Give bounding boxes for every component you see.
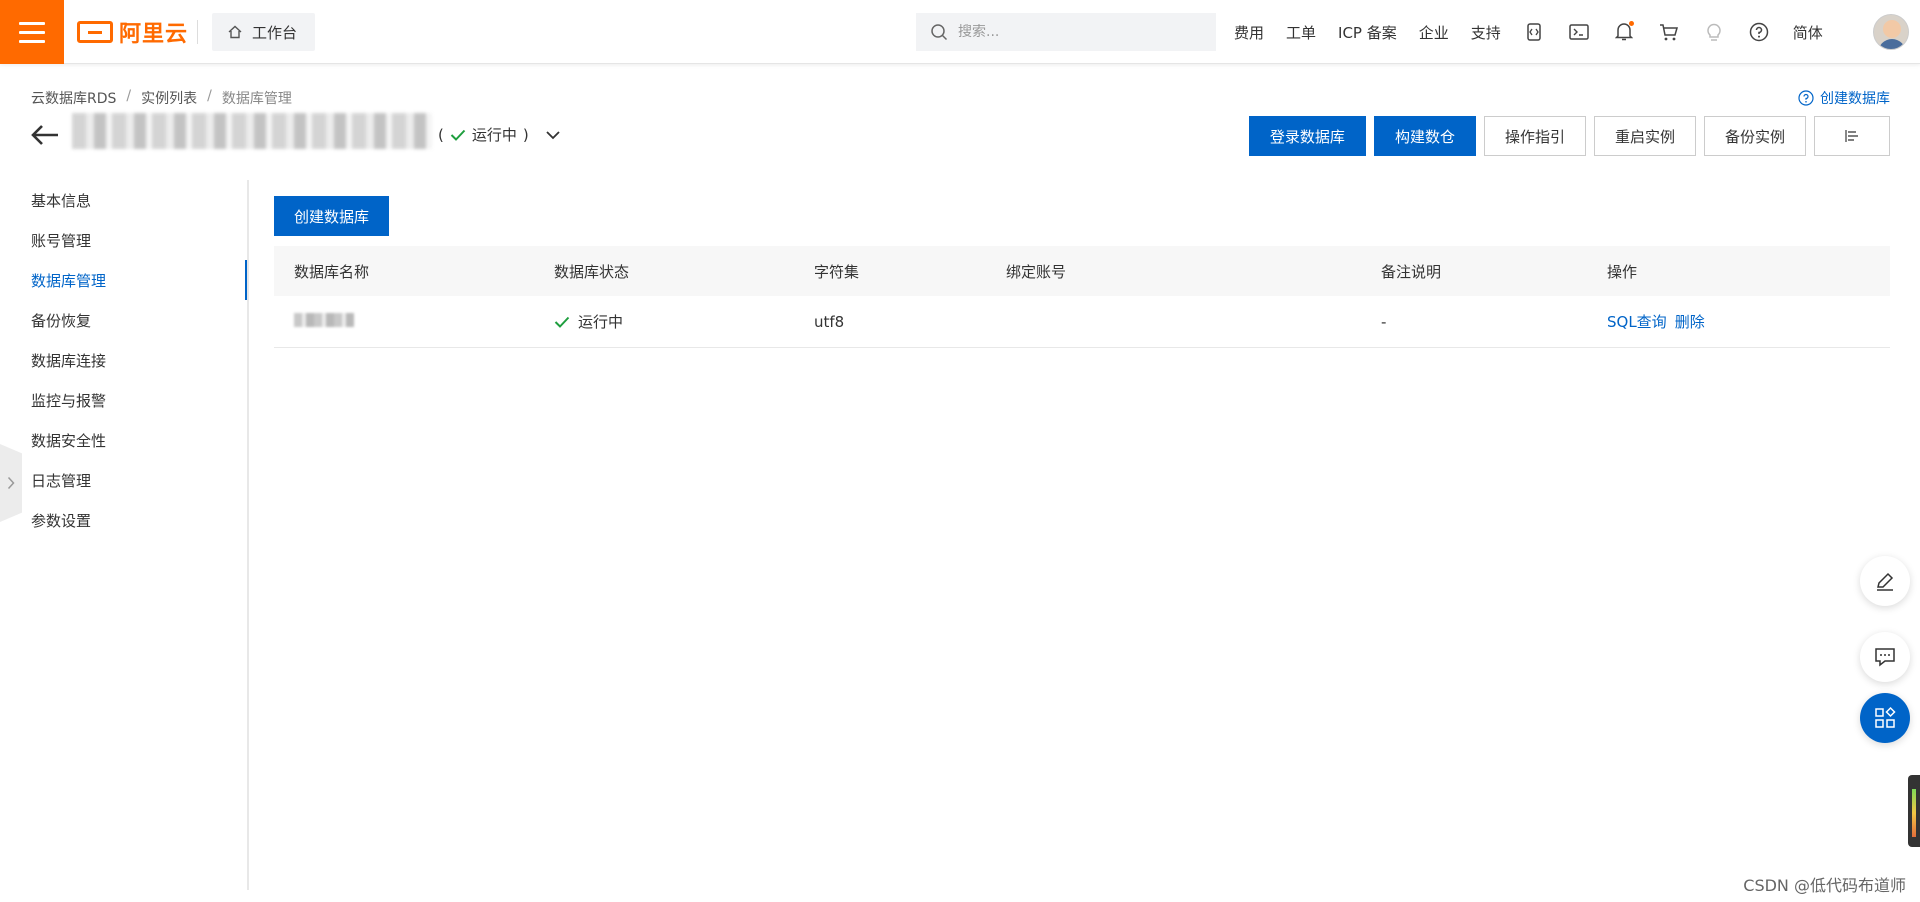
notification-dot	[1628, 21, 1634, 26]
feedback-edit-button[interactable]	[1860, 556, 1910, 606]
language-switch[interactable]: 简体	[1793, 22, 1823, 43]
operation-guide-button[interactable]: 操作指引	[1483, 116, 1586, 156]
breadcrumb-rds[interactable]: 云数据库RDS	[31, 88, 116, 108]
delete-link[interactable]: 删除	[1675, 311, 1705, 332]
workbench-button[interactable]: 工作台	[212, 13, 315, 51]
back-arrow-icon[interactable]	[30, 123, 60, 151]
database-table: 数据库名称 数据库状态 字符集 绑定账号 备注说明 操作 运行中 utf8 - …	[274, 246, 1890, 348]
search-input[interactable]	[958, 24, 1188, 40]
search-icon	[931, 24, 948, 41]
chat-bubble-icon	[1875, 648, 1895, 667]
home-icon	[228, 25, 242, 39]
edit-pen-icon	[1877, 572, 1894, 591]
chevron-right-icon	[7, 476, 15, 490]
status-text: 运行中	[578, 313, 624, 331]
terminal-icon[interactable]	[1568, 21, 1590, 43]
sidebar-divider	[247, 180, 249, 890]
chevron-down-icon[interactable]	[545, 129, 561, 141]
breadcrumb-current: 数据库管理	[221, 91, 292, 107]
top-navbar: 阿里云 工作台 费用 工单 ICP 备案 企业 支持	[0, 0, 1920, 64]
more-actions-button[interactable]	[1814, 116, 1890, 156]
check-icon	[554, 316, 570, 328]
search-box[interactable]	[916, 13, 1216, 51]
sidebar-item-connection[interactable]: 数据库连接	[0, 340, 248, 380]
remark-cell: -	[1381, 312, 1387, 331]
breadcrumb-separator: /	[207, 88, 212, 104]
sidebar-item-backup-restore[interactable]: 备份恢复	[0, 300, 248, 340]
sidebar-item-parameters[interactable]: 参数设置	[0, 500, 248, 540]
notification-bell-icon[interactable]	[1613, 21, 1635, 43]
column-header-remark: 备注说明	[1381, 262, 1442, 281]
instance-status[interactable]: ( 运行中 )	[438, 124, 561, 145]
nav-link-tickets[interactable]: 工单	[1286, 22, 1316, 43]
help-circle-icon	[1798, 90, 1814, 106]
column-header-actions: 操作	[1607, 262, 1638, 281]
column-header-charset: 字符集	[814, 262, 860, 281]
table-row: 运行中 utf8 - SQL查询 删除	[274, 296, 1890, 348]
column-header-name: 数据库名称	[294, 262, 370, 281]
list-menu-icon	[1845, 130, 1858, 142]
user-avatar[interactable]	[1873, 14, 1909, 50]
sidebar-item-logs[interactable]: 日志管理	[0, 460, 248, 500]
aliyun-logo[interactable]: 阿里云	[77, 16, 188, 48]
help-create-database-link[interactable]: 创建数据库	[1798, 88, 1890, 108]
nav-link-fees[interactable]: 费用	[1234, 22, 1264, 43]
sidebar-collapse-handle[interactable]	[0, 444, 22, 522]
apps-button[interactable]	[1860, 693, 1910, 743]
sidebar-item-security[interactable]: 数据安全性	[0, 420, 248, 460]
logo-text: 阿里云	[119, 22, 189, 47]
sidebar-item-monitoring[interactable]: 监控与报警	[0, 380, 248, 420]
help-circle-icon[interactable]	[1748, 21, 1770, 43]
charset-cell: utf8	[814, 312, 845, 331]
column-header-account: 绑定账号	[1006, 262, 1067, 281]
redacted-text	[294, 312, 354, 327]
actions-cell: SQL查询 删除	[1587, 311, 1890, 332]
cart-icon[interactable]	[1658, 21, 1680, 43]
lightbulb-icon[interactable]	[1703, 21, 1725, 43]
left-sidebar: 基本信息 账号管理 数据库管理 备份恢复 数据库连接 监控与报警 数据安全性 日…	[0, 180, 248, 540]
workbench-label: 工作台	[252, 23, 298, 42]
sidebar-item-databases[interactable]: 数据库管理	[0, 260, 248, 300]
nav-link-enterprise[interactable]: 企业	[1419, 22, 1449, 43]
sql-query-link[interactable]: SQL查询	[1607, 311, 1667, 332]
sidebar-item-accounts[interactable]: 账号管理	[0, 220, 248, 260]
header-actions: 登录数据库 构建数仓 操作指引 重启实例 备份实例	[1248, 116, 1890, 156]
column-header-status: 数据库状态	[554, 262, 630, 281]
apps-grid-icon	[1875, 706, 1896, 728]
breadcrumb: 云数据库RDS / 实例列表 / 数据库管理	[31, 88, 292, 108]
check-icon	[450, 129, 466, 141]
breadcrumb-instance-list[interactable]: 实例列表	[141, 88, 197, 108]
database-name-redacted	[274, 312, 534, 331]
status-paren-open: (	[438, 125, 444, 144]
menu-icon[interactable]	[0, 0, 64, 64]
watermark: CSDN @低代码布道师	[1743, 876, 1906, 895]
logo-mark-icon	[77, 21, 113, 43]
status-text: 运行中	[471, 126, 517, 144]
database-status: 运行中	[534, 311, 794, 332]
login-database-button[interactable]: 登录数据库	[1248, 116, 1366, 156]
side-widget-strip[interactable]	[1908, 775, 1920, 847]
breadcrumb-separator: /	[126, 88, 132, 104]
status-paren-close: )	[522, 125, 529, 144]
api-icon[interactable]	[1523, 21, 1545, 43]
build-warehouse-button[interactable]: 构建数仓	[1373, 116, 1476, 156]
instance-name-redacted	[72, 113, 432, 149]
nav-link-icp[interactable]: ICP 备案	[1338, 22, 1397, 43]
backup-instance-button[interactable]: 备份实例	[1703, 116, 1806, 156]
restart-instance-button[interactable]: 重启实例	[1593, 116, 1696, 156]
chat-button[interactable]	[1860, 632, 1910, 682]
sidebar-item-basic-info[interactable]: 基本信息	[0, 180, 248, 220]
table-header: 数据库名称 数据库状态 字符集 绑定账号 备注说明 操作	[274, 246, 1890, 296]
divider	[197, 20, 198, 44]
nav-link-support[interactable]: 支持	[1471, 22, 1501, 43]
create-database-button[interactable]: 创建数据库	[274, 196, 390, 236]
top-links: 费用 工单 ICP 备案 企业 支持 简体	[1234, 0, 1845, 64]
help-link-label: 创建数据库	[1820, 91, 1890, 107]
